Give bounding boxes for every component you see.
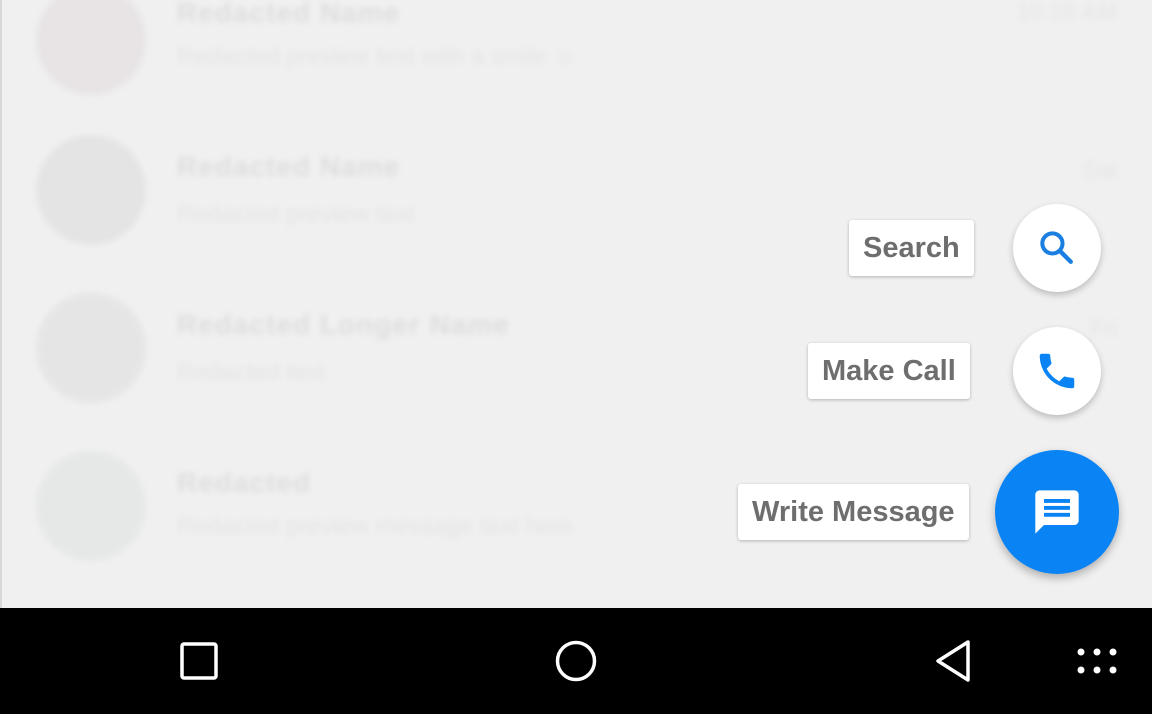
home-button[interactable] [516,608,636,714]
phone-icon [1039,353,1075,389]
back-button[interactable] [894,608,1014,714]
apps-menu-button[interactable] [1037,608,1152,714]
search-icon [1040,231,1073,264]
recents-button[interactable] [139,608,259,714]
search-button[interactable] [1013,204,1101,292]
circle-icon [555,640,597,682]
navigation-bar [0,608,1152,714]
message-icon [1035,490,1079,534]
square-icon [180,642,218,680]
grid-dots-icon [1077,648,1117,674]
app-screen: Redacted Name Redacted preview text with… [0,0,1152,608]
triangle-back-icon [936,640,970,682]
make-call-button[interactable] [1013,327,1101,415]
write-message-button[interactable] [995,450,1119,574]
search-label[interactable]: Search [849,220,974,276]
write-message-label[interactable]: Write Message [738,484,969,540]
scrim-overlay[interactable] [2,0,1152,608]
make-call-label[interactable]: Make Call [808,343,970,399]
